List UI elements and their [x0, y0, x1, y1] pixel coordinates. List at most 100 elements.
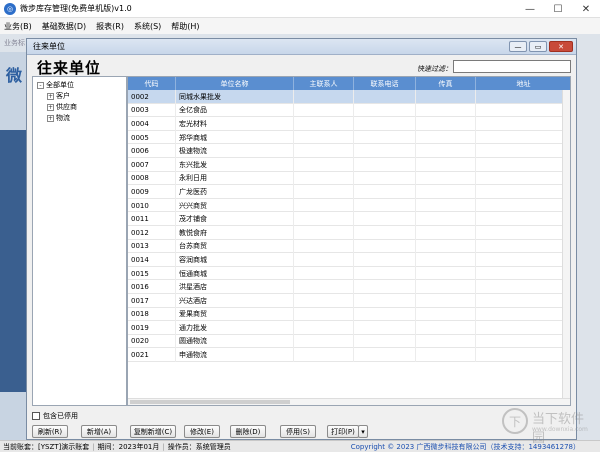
table-row[interactable]: 0019 通力批发	[128, 321, 570, 335]
quick-filter-input[interactable]	[453, 60, 571, 73]
delete-button[interactable]: 删除(D)	[230, 425, 266, 438]
collapse-icon[interactable]: -	[37, 81, 44, 89]
table-cell	[416, 157, 476, 172]
tree-node[interactable]: + 供应商	[47, 102, 77, 112]
table-cell	[354, 171, 416, 186]
tree-node[interactable]: - 全部单位	[37, 80, 74, 90]
table-cell	[294, 198, 354, 213]
table-row[interactable]: 0012 教悦食府	[128, 225, 570, 240]
table-cell	[294, 348, 354, 362]
table-row[interactable]: 0006 极速物流	[128, 144, 570, 158]
dialog-close-icon[interactable]: ✕	[549, 41, 573, 52]
table-cell: 0010	[128, 198, 176, 213]
table-cell	[294, 307, 354, 322]
dialog-minimize-icon[interactable]: —	[509, 41, 527, 52]
table-cell	[294, 293, 354, 308]
table-cell	[476, 240, 570, 254]
table-row[interactable]: 0017 兴达酒店	[128, 293, 570, 308]
table-row[interactable]: 0009 广龙医药	[128, 185, 570, 199]
expand-icon[interactable]: +	[47, 92, 54, 100]
refresh-button[interactable]: 刷新(R)	[32, 425, 68, 438]
minimize-icon[interactable]: —	[516, 0, 544, 18]
close-icon[interactable]: ✕	[572, 0, 600, 18]
print-button[interactable]: 打印(P)	[327, 425, 359, 438]
column-header[interactable]: 主联系人	[294, 77, 354, 90]
grid-header: 代码 单位名称 主联系人 联系电话 传真 地址	[128, 77, 570, 90]
include-disabled-option[interactable]: 包含已停用	[32, 411, 78, 421]
expand-icon[interactable]: +	[47, 103, 54, 111]
table-row[interactable]: 0020 圆通物流	[128, 334, 570, 349]
table-cell	[354, 198, 416, 213]
table-row[interactable]: 0011 茂才铺食	[128, 212, 570, 226]
table-cell	[354, 117, 416, 131]
table-row[interactable]: 0005 郑华商城	[128, 130, 570, 145]
table-cell	[354, 293, 416, 308]
table-row[interactable]: 0003 全亿食品	[128, 103, 570, 118]
table-cell	[476, 226, 570, 240]
table-cell	[476, 321, 570, 335]
menu-base-data[interactable]: 基础数据(D)	[42, 21, 86, 32]
table-row[interactable]: 0018 爱果商贸	[128, 307, 570, 322]
tree-node[interactable]: + 物流	[47, 113, 70, 123]
table-cell: 0021	[128, 348, 176, 362]
table-row[interactable]: 0002 同城水果批发	[128, 90, 570, 104]
edit-button[interactable]: 修改(E)	[184, 425, 220, 438]
table-cell: 0004	[128, 117, 176, 131]
expand-icon[interactable]: +	[47, 114, 54, 122]
table-row[interactable]: 0013 台苏商贸	[128, 239, 570, 254]
table-row[interactable]: 0004 宏光材料	[128, 117, 570, 131]
horizontal-scroll-thumb[interactable]	[130, 400, 290, 404]
menu-reports[interactable]: 报表(R)	[96, 21, 124, 32]
table-cell: 0019	[128, 321, 176, 335]
table-cell: 全亿食品	[176, 103, 294, 118]
table-cell	[294, 157, 354, 172]
table-cell	[294, 130, 354, 145]
column-header[interactable]: 单位名称	[176, 77, 294, 90]
table-row[interactable]: 0021 申通物流	[128, 348, 570, 362]
tree-node[interactable]: + 客户	[47, 91, 70, 101]
window-controls: — ☐ ✕	[516, 0, 600, 18]
table-cell	[476, 253, 570, 267]
menu-business[interactable]: 业务(B)	[4, 21, 32, 32]
partner-grid: 代码 单位名称 主联系人 联系电话 传真 地址 0002 同城水果批发 0003 全亿食品 000…	[127, 76, 571, 406]
background-right-panel	[577, 52, 600, 440]
table-row[interactable]: 0015 恒通商城	[128, 266, 570, 281]
vertical-scrollbar[interactable]	[562, 90, 570, 400]
dialog-restore-icon[interactable]: ▭	[529, 41, 547, 52]
table-cell	[416, 239, 476, 254]
maximize-icon[interactable]: ☐	[544, 0, 572, 18]
table-cell: 0015	[128, 266, 176, 281]
table-cell	[294, 90, 354, 104]
status-separator: |	[162, 442, 165, 451]
table-cell	[354, 90, 416, 104]
table-cell	[476, 185, 570, 199]
table-cell	[476, 90, 570, 104]
table-cell	[354, 144, 416, 158]
menu-system[interactable]: 系统(S)	[134, 21, 161, 32]
column-header[interactable]: 地址	[476, 77, 570, 90]
table-cell	[294, 212, 354, 226]
column-header[interactable]: 联系电话	[354, 77, 416, 90]
copy-add-button[interactable]: 复制新增(C)	[130, 425, 176, 438]
table-cell	[294, 321, 354, 335]
category-tree: - 全部单位 + 客户 + 供应商 + 物流	[32, 76, 127, 406]
disable-button[interactable]: 停用(S)	[280, 425, 316, 438]
table-cell: 东兴批发	[176, 157, 294, 172]
print-dropdown-icon[interactable]: ▾	[358, 425, 368, 438]
table-row[interactable]: 0008 永利日用	[128, 171, 570, 186]
table-cell	[294, 185, 354, 199]
table-cell	[416, 321, 476, 335]
table-row[interactable]: 0007 东兴批发	[128, 157, 570, 172]
menu-help[interactable]: 帮助(H)	[171, 21, 199, 32]
tree-node-label: 客户	[56, 92, 70, 100]
table-cell: 爱果商贸	[176, 307, 294, 322]
column-header[interactable]: 传真	[416, 77, 476, 90]
include-disabled-checkbox[interactable]	[32, 412, 40, 420]
column-header[interactable]: 代码	[128, 77, 176, 90]
add-button[interactable]: 新增(A)	[81, 425, 117, 438]
table-cell	[476, 104, 570, 118]
table-row[interactable]: 0014 容润商城	[128, 253, 570, 267]
table-row[interactable]: 0010 兴兴商贸	[128, 198, 570, 213]
table-row[interactable]: 0016 洪星酒店	[128, 280, 570, 294]
tree-node-label: 供应商	[56, 103, 77, 111]
